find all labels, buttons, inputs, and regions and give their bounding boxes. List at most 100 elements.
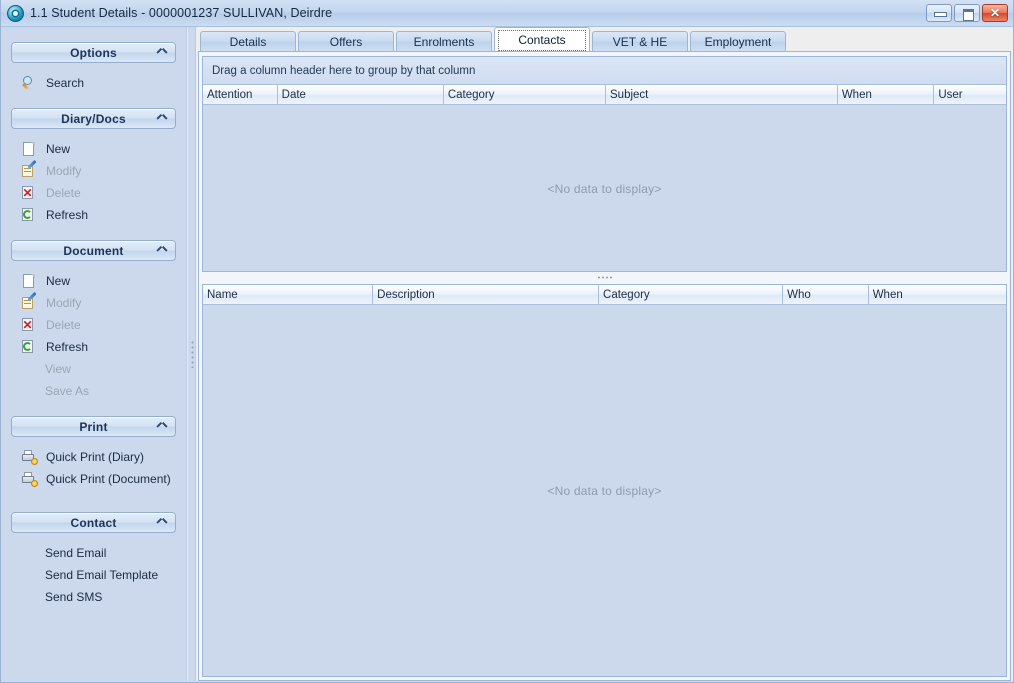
- new-page-icon: [21, 273, 37, 289]
- sidebar-item-label: Modify: [46, 164, 82, 178]
- splitter-grip-icon: [596, 276, 613, 279]
- column-label: When: [872, 288, 903, 301]
- sidebar-item-send-sms[interactable]: Send SMS: [11, 586, 176, 608]
- section-items-document: New Modify ✕ Delete Refresh View Save As: [11, 261, 176, 402]
- column-header-description[interactable]: Description: [373, 285, 600, 304]
- section-header-options[interactable]: Options: [11, 42, 176, 63]
- sidebar-item-label: New: [46, 142, 71, 156]
- tab-label: Details: [229, 34, 267, 49]
- section-header-print[interactable]: Print: [11, 416, 176, 437]
- column-header-user[interactable]: User: [934, 85, 1007, 104]
- sidebar-section-document: Document New Modify ✕ Delete Refresh Vie…: [11, 240, 176, 402]
- chevron-up-icon[interactable]: [157, 47, 166, 56]
- chevron-up-icon[interactable]: [157, 421, 166, 430]
- sidebar-item-send-email[interactable]: Send Email: [11, 542, 176, 564]
- close-button[interactable]: ✕: [982, 4, 1008, 22]
- sidebar-item-label: Save As: [45, 384, 90, 398]
- column-header-date[interactable]: Date: [277, 85, 444, 104]
- sidebar-item-label: Delete: [46, 186, 81, 200]
- tab-offers[interactable]: Offers: [298, 31, 394, 51]
- document-grid: Name Description Category Who When <No d…: [202, 284, 1007, 677]
- delete-x-icon: ✕: [22, 318, 33, 332]
- sidebar-splitter[interactable]: [187, 27, 196, 681]
- sidebar-item-send-email-template[interactable]: Send Email Template: [11, 564, 176, 586]
- tab-bar: Details Offers Enrolments Contacts VET &…: [196, 27, 1013, 51]
- column-header-attention[interactable]: Attention: [203, 85, 278, 104]
- sidebar-item-label: Search: [46, 76, 85, 90]
- chevron-up-icon[interactable]: [157, 113, 166, 122]
- column-header-category[interactable]: Category: [599, 285, 784, 304]
- column-label: Category: [603, 288, 650, 301]
- section-header-document[interactable]: Document: [11, 240, 176, 261]
- group-by-panel[interactable]: Drag a column header here to group by th…: [203, 57, 1006, 85]
- column-label: Subject: [610, 88, 649, 101]
- column-header-when[interactable]: When: [837, 85, 935, 104]
- tab-details[interactable]: Details: [200, 31, 296, 51]
- sidebar-section-contact: Contact Send Email Send Email Template S…: [11, 512, 176, 608]
- application-window: 1.1 Student Details - 0000001237 SULLIVA…: [0, 0, 1014, 683]
- sidebar-item-search[interactable]: Search: [11, 72, 176, 94]
- group-by-hint: Drag a column header here to group by th…: [212, 64, 476, 77]
- tab-label: Enrolments: [413, 34, 475, 49]
- column-header-who[interactable]: Who: [783, 285, 869, 304]
- column-label: Category: [447, 88, 495, 101]
- sidebar-item-diary-refresh[interactable]: Refresh: [11, 204, 176, 226]
- grid-splitter[interactable]: [202, 273, 1007, 283]
- printer-icon: [21, 449, 38, 465]
- tab-vet-and-he[interactable]: VET & HE: [592, 31, 688, 51]
- section-title: Contact: [70, 515, 117, 530]
- printer-icon: [21, 471, 38, 487]
- document-grid-header: Name Description Category Who When: [203, 285, 1006, 305]
- window-body: Options Search Diary/Docs New Modify ✕ D…: [1, 27, 1013, 681]
- tab-label: Employment: [704, 34, 772, 49]
- tab-enrolments[interactable]: Enrolments: [396, 31, 492, 51]
- sidebar-section-print: Print Quick Print (Diary) Quick Print (D…: [11, 416, 176, 490]
- delete-x-icon: ✕: [22, 186, 33, 200]
- column-label: Name: [207, 288, 238, 301]
- section-items-print: Quick Print (Diary) Quick Print (Documen…: [11, 437, 176, 490]
- close-icon: ✕: [989, 6, 1001, 20]
- chevron-up-icon[interactable]: [157, 517, 166, 526]
- modify-pencil-icon: [21, 159, 37, 179]
- sidebar-item-label: Send Email Template: [45, 568, 159, 582]
- sidebar-item-label: Refresh: [46, 340, 89, 354]
- sidebar-item-document-save-as: Save As: [11, 380, 176, 402]
- section-header-diary-docs[interactable]: Diary/Docs: [11, 108, 176, 129]
- tab-label: VET & HE: [612, 34, 668, 49]
- tab-contacts[interactable]: Contacts: [494, 27, 590, 51]
- column-header-when[interactable]: When: [868, 285, 1006, 304]
- new-page-icon: [21, 141, 37, 157]
- sidebar-item-diary-modify: Modify: [11, 159, 176, 182]
- empty-state-text: <No data to display>: [547, 484, 662, 498]
- title-bar[interactable]: 1.1 Student Details - 0000001237 SULLIVA…: [1, 0, 1013, 27]
- diary-grid-body: <No data to display>: [203, 106, 1006, 271]
- sidebar-item-quick-print-diary[interactable]: Quick Print (Diary): [11, 446, 176, 468]
- column-header-subject[interactable]: Subject: [606, 85, 838, 104]
- sidebar-item-diary-delete: ✕ Delete: [11, 182, 176, 204]
- sidebar-item-label: Quick Print (Diary): [46, 450, 145, 464]
- main-content: Details Offers Enrolments Contacts VET &…: [196, 27, 1013, 681]
- tab-employment[interactable]: Employment: [690, 31, 786, 51]
- column-label: Date: [281, 88, 306, 101]
- section-title: Print: [79, 419, 108, 434]
- refresh-icon: [21, 339, 37, 355]
- section-items-options: Search: [11, 63, 176, 94]
- minimize-button[interactable]: [926, 4, 952, 22]
- sidebar-item-label: New: [46, 274, 71, 288]
- section-header-contact[interactable]: Contact: [11, 512, 176, 533]
- empty-state-text: <No data to display>: [547, 181, 662, 196]
- tab-page-contacts: Drag a column header here to group by th…: [198, 51, 1011, 681]
- chevron-up-icon[interactable]: [157, 245, 166, 254]
- sidebar-item-label: Delete: [46, 318, 81, 332]
- column-label: When: [841, 88, 872, 101]
- column-header-name[interactable]: Name: [203, 285, 374, 304]
- sidebar-item-document-refresh[interactable]: Refresh: [11, 336, 176, 358]
- section-items-diary-docs: New Modify ✕ Delete Refresh: [11, 129, 176, 226]
- sidebar-item-document-new[interactable]: New: [11, 270, 176, 292]
- sidebar-item-label: Send SMS: [45, 590, 103, 604]
- column-header-category[interactable]: Category: [443, 85, 606, 104]
- maximize-button[interactable]: [954, 4, 980, 22]
- sidebar-item-quick-print-document[interactable]: Quick Print (Document): [11, 468, 176, 490]
- window-controls: ✕: [926, 4, 1008, 22]
- sidebar-item-diary-new[interactable]: New: [11, 138, 176, 160]
